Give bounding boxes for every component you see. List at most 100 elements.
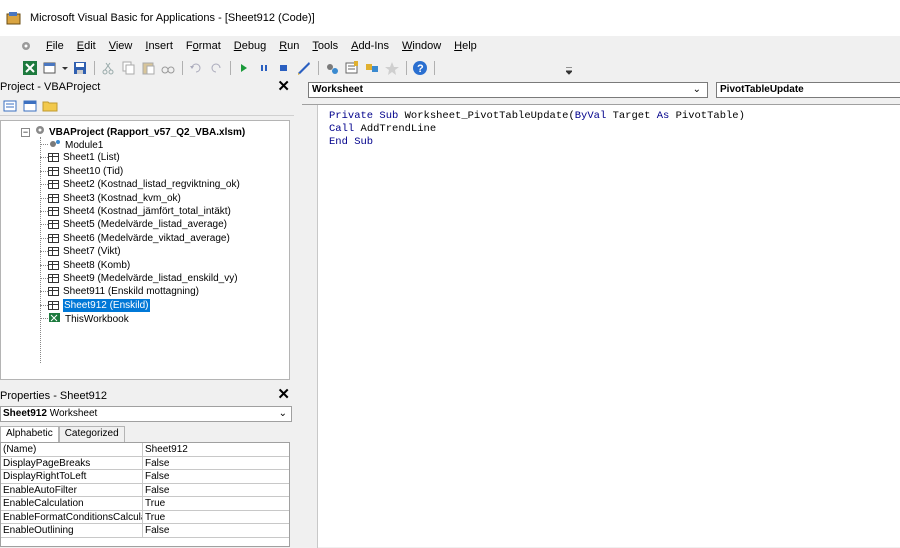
property-value[interactable]: False <box>143 524 169 537</box>
close-icon[interactable]: ✕ <box>277 79 290 94</box>
view-object-icon[interactable] <box>22 98 38 114</box>
cut-icon[interactable] <box>100 60 116 76</box>
tree-item-sheet[interactable]: Sheet4 (Kostnad_jämfört_total_intäkt) <box>48 205 231 218</box>
code-line[interactable]: Call AddTrendLine <box>329 123 436 136</box>
code-margin[interactable] <box>302 105 318 548</box>
property-value[interactable]: False <box>143 457 169 470</box>
code-line[interactable]: Private Sub Worksheet_PivotTableUpdate(B… <box>329 110 745 123</box>
design-mode-icon[interactable] <box>296 60 312 76</box>
sheet-icon <box>48 287 59 297</box>
run-icon[interactable] <box>236 60 252 76</box>
tab-categorized[interactable]: Categorized <box>58 426 125 442</box>
property-value[interactable]: False <box>143 484 169 497</box>
code-editor[interactable]: Private Sub Worksheet_PivotTableUpdate(B… <box>302 104 900 548</box>
sheet-icon <box>48 166 59 176</box>
properties-grid: (Name) Sheet912 DisplayPageBreaks False Disp… <box>0 442 290 547</box>
help-icon[interactable]: ? <box>412 60 428 76</box>
tree-item-label: Sheet912 (Enskild) <box>63 298 150 312</box>
view-code-icon[interactable] <box>2 98 18 114</box>
menu-window[interactable]: Window <box>396 36 448 56</box>
menu-help[interactable]: Help <box>448 36 484 56</box>
break-icon[interactable] <box>256 60 272 76</box>
properties-window: Properties - Sheet912 ✕ Sheet912 Workshe… <box>0 380 294 547</box>
procedure-dropdown[interactable]: PivotTableUpdate <box>716 82 900 98</box>
window-title: Microsoft Visual Basic for Applications … <box>30 12 315 24</box>
object-select[interactable]: Sheet912 Worksheet ⌄ <box>0 406 292 422</box>
tree-item-sheet[interactable]: Sheet912 (Enskild) <box>48 298 150 312</box>
property-name: EnableCalculation <box>1 497 143 510</box>
chevron-down-icon[interactable]: ⌄ <box>279 407 287 421</box>
tree-connector <box>40 278 48 279</box>
properties-window-icon[interactable] <box>344 60 360 76</box>
property-row[interactable]: EnableOutlining False <box>1 524 289 538</box>
tree-item-sheet[interactable]: Sheet3 (Kostnad_kvm_ok) <box>48 192 181 205</box>
title-bar: Microsoft Visual Basic for Applications … <box>0 0 900 36</box>
property-row[interactable]: EnableFormatConditionsCalculationTrue <box>1 510 289 524</box>
workbook-icon <box>48 312 62 327</box>
tree-item-sheet[interactable]: Sheet10 (Tid) <box>48 165 123 178</box>
code-window: Worksheet ⌄ PivotTableUpdate Private Sub… <box>298 78 900 548</box>
collapse-icon[interactable]: − <box>21 127 30 137</box>
toolbar-divider <box>318 61 319 75</box>
property-row[interactable]: EnableCalculation True <box>1 497 289 511</box>
tree-item-sheet[interactable]: Sheet1 (List) <box>48 151 120 164</box>
chevron-down-icon[interactable]: ⌄ <box>693 83 701 97</box>
tree-item-sheet[interactable]: Sheet6 (Medelvärde_viktad_average) <box>48 232 230 245</box>
toggle-folders-icon[interactable] <box>42 98 58 114</box>
sheet-icon <box>48 274 59 283</box>
tree-item-label: Sheet1 (List) <box>63 152 120 164</box>
menu-insert[interactable]: Insert <box>139 36 180 56</box>
chevron-down-icon[interactable] <box>62 60 68 76</box>
vba-menu-icon[interactable] <box>18 38 34 54</box>
property-value[interactable]: Sheet912 <box>143 443 188 456</box>
tree-item-sheet[interactable]: Sheet8 (Komb) <box>48 259 130 272</box>
menu-edit[interactable]: Edit <box>71 36 103 56</box>
toolbox-icon[interactable] <box>384 60 400 76</box>
project-tree: − VBAProject (Rapport_v57_Q2_VBA.xlsm) M… <box>0 120 290 380</box>
copy-icon[interactable] <box>120 60 136 76</box>
menu-addins[interactable]: Add-Ins <box>345 36 396 56</box>
property-row[interactable]: EnableAutoFilter False <box>1 483 289 497</box>
property-value[interactable]: True <box>143 497 165 510</box>
property-row[interactable]: DisplayRightToLeft False <box>1 470 289 484</box>
save-icon[interactable] <box>72 60 88 76</box>
menu-tools[interactable]: Tools <box>306 36 345 56</box>
project-explorer-icon[interactable] <box>324 60 340 76</box>
property-row[interactable]: DisplayPageBreaks False <box>1 456 289 470</box>
properties-pane-title: Properties - Sheet912 <box>0 390 108 402</box>
tree-item-label: ThisWorkbook <box>65 314 129 326</box>
redo-icon[interactable] <box>208 60 224 76</box>
sheet-icon <box>48 233 59 243</box>
undo-icon[interactable] <box>188 60 204 76</box>
menu-view[interactable]: View <box>103 36 140 56</box>
paste-icon[interactable] <box>140 60 156 76</box>
tab-alphabetic[interactable]: Alphabetic <box>0 426 59 442</box>
reset-icon[interactable] <box>276 60 292 76</box>
menu-file[interactable]: File <box>40 36 71 56</box>
toolbar-divider <box>230 61 231 75</box>
menu-debug[interactable]: Debug <box>228 36 273 56</box>
tree-item-label: Sheet2 (Kostnad_listad_regviktning_ok) <box>63 179 240 191</box>
code-line[interactable]: End Sub <box>329 136 373 149</box>
insert-userform-icon[interactable] <box>42 60 58 76</box>
tree-item-sheet[interactable]: Sheet9 (Medelvärde_listad_enskild_vy) <box>48 272 238 285</box>
tree-item-sheet[interactable]: Sheet2 (Kostnad_listad_regviktning_ok) <box>48 178 240 191</box>
property-value[interactable]: False <box>143 470 169 483</box>
tree-item-sheet[interactable]: Sheet7 (Vikt) <box>48 245 121 258</box>
tree-item-workbook[interactable]: ThisWorkbook <box>48 312 129 327</box>
property-value[interactable]: True <box>143 511 165 524</box>
menu-format[interactable]: Format <box>180 36 228 56</box>
tree-item-sheet[interactable]: Sheet5 (Medelvärde_listad_average) <box>48 218 227 231</box>
find-icon[interactable] <box>160 60 176 76</box>
toolbar-overflow-icon[interactable] <box>564 66 574 75</box>
object-dropdown[interactable]: Worksheet ⌄ <box>308 82 708 98</box>
excel-icon[interactable] <box>22 60 38 76</box>
tree-item-sheet[interactable]: Sheet911 (Enskild mottagning) <box>48 285 199 298</box>
menu-run[interactable]: Run <box>273 36 306 56</box>
tree-connector <box>40 237 48 239</box>
property-row[interactable]: (Name) Sheet912 <box>1 443 289 457</box>
object-browser-icon[interactable] <box>364 60 380 76</box>
sheet-icon <box>48 220 59 230</box>
close-icon[interactable]: ✕ <box>277 387 290 402</box>
tree-item-label: Sheet3 (Kostnad_kvm_ok) <box>63 192 181 204</box>
